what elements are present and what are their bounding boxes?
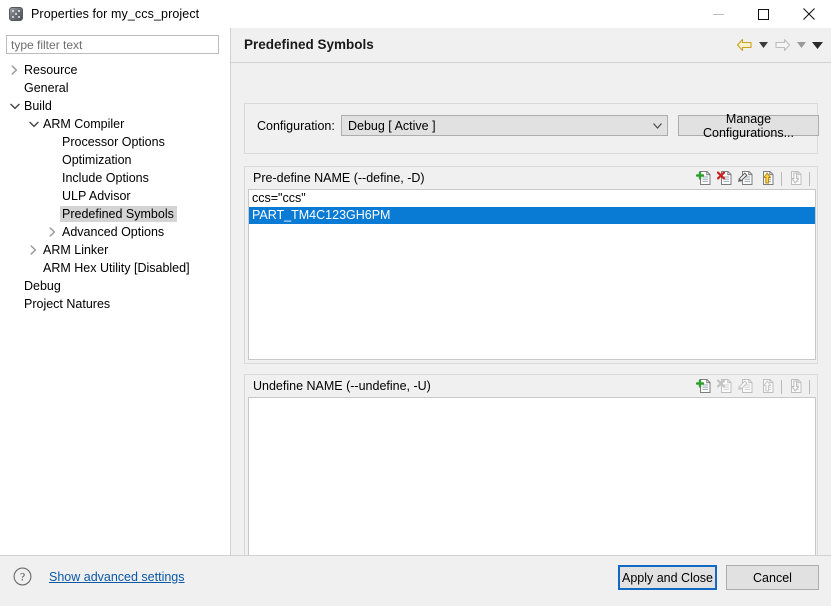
sidebar-item-label: Resource xyxy=(24,63,78,77)
sidebar-item-label: ARM Linker xyxy=(43,243,109,257)
sidebar-item-project-natures[interactable]: Project Natures xyxy=(0,295,230,313)
maximize-button[interactable] xyxy=(741,0,786,28)
close-button[interactable] xyxy=(786,0,831,28)
cube-icon xyxy=(8,6,24,22)
toolbar-separator xyxy=(809,379,810,394)
sidebar-item-resource[interactable]: Resource xyxy=(0,61,230,79)
window-titlebar: Properties for my_ccs_project xyxy=(0,0,831,28)
back-dropdown-icon[interactable] xyxy=(755,35,771,55)
sidebar-item-build[interactable]: Build xyxy=(0,97,230,115)
list-item[interactable]: PART_TM4C123GH6PM xyxy=(249,207,815,224)
chevron-down-icon xyxy=(647,122,667,129)
chevron-down-icon[interactable] xyxy=(7,103,22,110)
predefine-section: Pre-define NAME (--define, -D) ccs="ccs"… xyxy=(244,166,818,364)
sidebar-item-processor-options[interactable]: Processor Options xyxy=(0,133,230,151)
predefine-move-up-icon[interactable] xyxy=(758,169,777,188)
undefine-move-down-icon xyxy=(786,377,805,396)
undefine-header: Undefine NAME (--undefine, -U) xyxy=(245,375,817,397)
configuration-group: Configuration: Debug [ Active ] Manage C… xyxy=(244,103,819,154)
predefine-add-icon[interactable] xyxy=(695,169,714,188)
undefine-delete-icon xyxy=(716,377,735,396)
sidebar-item-arm-compiler[interactable]: ARM Compiler xyxy=(0,115,230,133)
page-nav-icons xyxy=(733,35,825,55)
undefine-add-icon[interactable] xyxy=(695,377,714,396)
sidebar-item-predefined-symbols[interactable]: Predefined Symbols xyxy=(0,205,230,223)
undefine-toolbar xyxy=(695,377,812,396)
svg-text:?: ? xyxy=(20,572,25,584)
sidebar-item-debug[interactable]: Debug xyxy=(0,277,230,295)
sidebar-item-general[interactable]: General xyxy=(0,79,230,97)
configuration-label: Configuration: xyxy=(257,119,335,133)
sidebar-item-label: General xyxy=(24,81,69,95)
back-arrow-icon[interactable] xyxy=(733,35,755,55)
toolbar-separator xyxy=(809,171,810,186)
forward-dropdown-icon[interactable] xyxy=(793,35,809,55)
chevron-right-icon[interactable] xyxy=(7,65,22,75)
predefine-toolbar xyxy=(695,169,812,188)
sidebar-item-optimization[interactable]: Optimization xyxy=(0,151,230,169)
show-advanced-settings-link[interactable]: Show advanced settings xyxy=(49,570,185,584)
sidebar-item-label: Debug xyxy=(24,279,61,293)
settings-detail-pane: Predefined Symbols Configuration: Debug … xyxy=(231,28,831,572)
sidebar-item-label: Predefined Symbols xyxy=(60,206,177,222)
settings-tree: Resource General Build ARM Compiler Processo… xyxy=(0,61,230,313)
predefine-header-label: Pre-define NAME (--define, -D) xyxy=(253,171,425,185)
sidebar-item-arm-hex-utility-disabled[interactable]: ARM Hex Utility [Disabled] xyxy=(0,259,230,277)
sidebar-item-label: Optimization xyxy=(62,153,132,167)
view-menu-icon[interactable] xyxy=(809,35,825,55)
predefine-edit-icon[interactable] xyxy=(737,169,756,188)
settings-navigation-pane: Resource General Build ARM Compiler Processo… xyxy=(0,28,231,555)
settings-content: Configuration: Debug [ Active ] Manage C… xyxy=(244,72,819,572)
predefine-move-down-icon xyxy=(786,169,805,188)
apply-and-close-button[interactable]: Apply and Close xyxy=(618,565,717,590)
list-item[interactable]: ccs="ccs" xyxy=(249,190,815,207)
dialog-footer: ? Show advanced settings Apply and Close… xyxy=(0,555,831,606)
sidebar-item-label: Include Options xyxy=(62,171,149,185)
toolbar-separator xyxy=(781,171,782,186)
sidebar-item-label: ARM Hex Utility [Disabled] xyxy=(43,261,190,275)
sidebar-item-label: Processor Options xyxy=(62,135,165,149)
filter-input[interactable] xyxy=(6,35,219,54)
chevron-right-icon[interactable] xyxy=(26,245,41,255)
sidebar-item-ulp-advisor[interactable]: ULP Advisor xyxy=(0,187,230,205)
undefine-edit-icon xyxy=(737,377,756,396)
sidebar-item-label: Advanced Options xyxy=(62,225,165,239)
toolbar-separator xyxy=(781,379,782,394)
configuration-select[interactable]: Debug [ Active ] xyxy=(341,115,668,136)
undefine-section: Undefine NAME (--undefine, -U) xyxy=(244,374,818,572)
undefine-header-label: Undefine NAME (--undefine, -U) xyxy=(253,379,431,393)
help-icon[interactable]: ? xyxy=(13,567,32,586)
sidebar-item-label: Project Natures xyxy=(24,297,111,311)
chevron-down-icon[interactable] xyxy=(26,121,41,128)
sidebar-item-label: Build xyxy=(24,99,52,113)
forward-arrow-icon xyxy=(771,35,793,55)
manage-configurations-button[interactable]: Manage Configurations... xyxy=(678,112,819,140)
configuration-selected-value: Debug [ Active ] xyxy=(348,118,436,133)
predefine-delete-icon[interactable] xyxy=(716,169,735,188)
page-header: Predefined Symbols xyxy=(231,28,831,63)
cancel-button[interactable]: Cancel xyxy=(726,565,819,590)
sidebar-item-arm-linker[interactable]: ARM Linker xyxy=(0,241,230,259)
sidebar-item-label: ULP Advisor xyxy=(62,189,131,203)
undefine-move-up-icon xyxy=(758,377,777,396)
undefine-list[interactable] xyxy=(248,397,816,568)
sidebar-item-advanced-options[interactable]: Advanced Options xyxy=(0,223,230,241)
page-title: Predefined Symbols xyxy=(244,37,374,52)
predefine-list[interactable]: ccs="ccs" PART_TM4C123GH6PM xyxy=(248,189,816,360)
minimize-button[interactable] xyxy=(696,0,741,28)
window-title: Properties for my_ccs_project xyxy=(31,7,200,21)
sidebar-item-include-options[interactable]: Include Options xyxy=(0,169,230,187)
chevron-right-icon[interactable] xyxy=(45,227,60,237)
sidebar-item-label: ARM Compiler xyxy=(43,117,125,131)
window-controls xyxy=(696,0,831,28)
predefine-header: Pre-define NAME (--define, -D) xyxy=(245,167,817,189)
